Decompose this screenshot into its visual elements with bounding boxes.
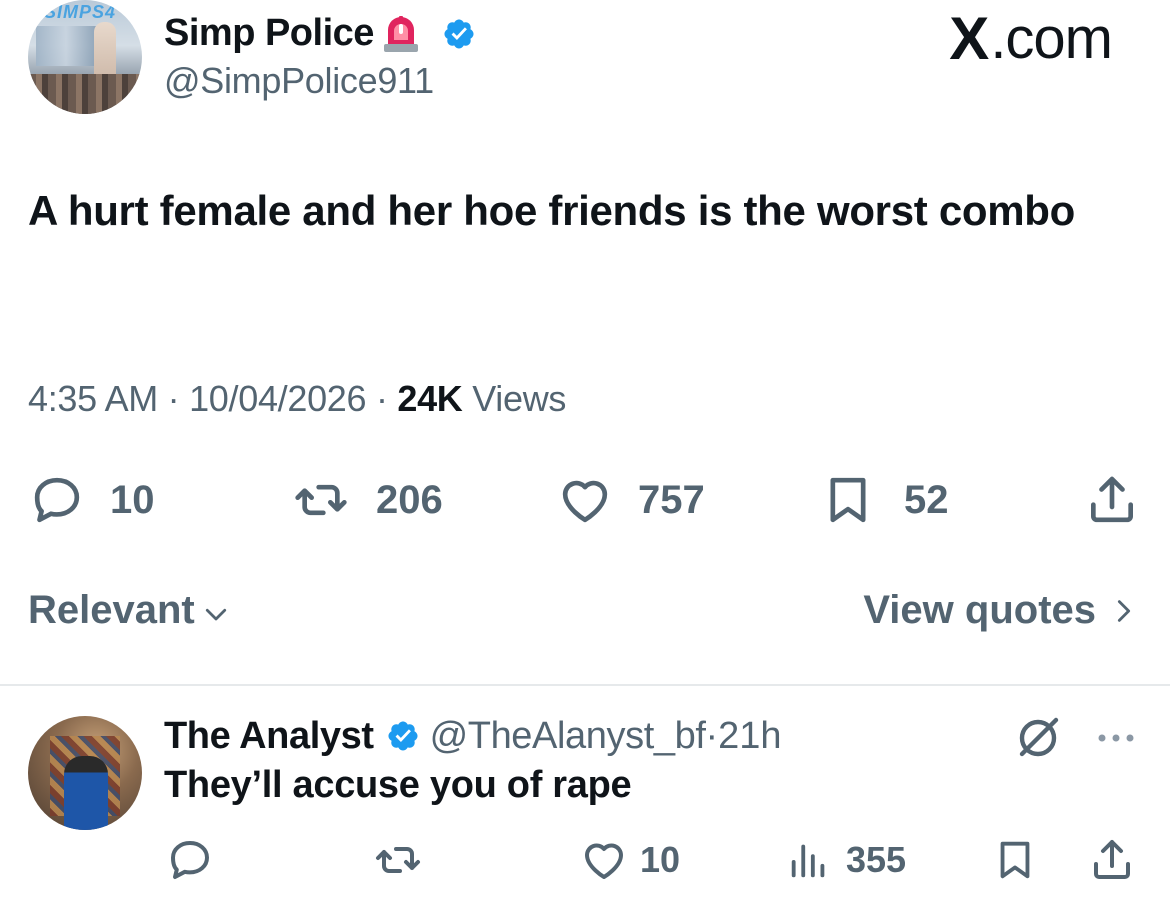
view-quotes-link[interactable]: View quotes <box>863 588 1138 633</box>
bookmark-button[interactable]: 52 <box>820 470 949 530</box>
chevron-right-icon <box>1117 599 1131 622</box>
tweet-action-bar: 10 206 757 52 <box>0 470 1170 530</box>
share-icon <box>1094 840 1130 879</box>
reply-repost-button[interactable] <box>370 834 426 886</box>
verified-badge-icon <box>386 719 420 753</box>
sort-relevant-label: Relevant <box>28 588 195 632</box>
reply-header: The Analyst @TheAlanyst_bf · 21h <box>164 712 782 760</box>
reply-share-button[interactable] <box>1088 834 1136 886</box>
reply-separator: · <box>705 714 719 757</box>
more-options-icon[interactable] <box>1092 730 1140 746</box>
meta-separator: · <box>157 378 190 419</box>
brand-text: .com <box>990 6 1113 71</box>
replies-sort-row: Relevant View quotes <box>28 588 1138 638</box>
reply-action-bar: 10 355 <box>0 834 1170 886</box>
x-logo-icon: X <box>949 5 989 72</box>
bookmark-count: 52 <box>904 477 949 522</box>
heart-icon <box>562 480 608 523</box>
section-divider <box>0 684 1170 686</box>
repost-count: 206 <box>376 477 443 522</box>
reply-author-name[interactable]: The Analyst <box>164 715 374 758</box>
view-quotes-label: View quotes <box>863 588 1096 632</box>
reply-like-count: 10 <box>640 839 681 880</box>
repost-button[interactable]: 206 <box>288 470 443 530</box>
avatar-figure <box>94 22 116 82</box>
tweet-date[interactable]: 10/04/2026 <box>189 378 366 419</box>
views-label: Views <box>462 378 567 419</box>
reply-views-count: 355 <box>846 839 907 880</box>
reply-author-handle[interactable]: @TheAlanyst_bf <box>430 715 706 758</box>
sort-relevant-dropdown[interactable]: Relevant <box>28 588 231 633</box>
tweet-meta: 4:35 AM · 10/04/2026 · 24K Views <box>28 378 566 420</box>
reply-bookmark-button[interactable] <box>992 834 1038 886</box>
bookmark-icon <box>830 477 866 523</box>
reply-reply-button[interactable] <box>164 834 216 886</box>
author-handle[interactable]: @SimpPolice911 <box>164 60 434 102</box>
meta-separator: · <box>366 378 398 419</box>
reply-icon <box>34 477 80 523</box>
reply-button[interactable]: 10 <box>26 470 155 530</box>
police-siren-icon <box>382 14 420 54</box>
bookmark-icon <box>1000 841 1030 879</box>
analytics-icon <box>791 844 825 878</box>
repost-icon <box>376 847 420 873</box>
author-display-name[interactable]: Simp Police <box>164 12 476 55</box>
reply-like-button[interactable]: 10 <box>578 834 680 886</box>
chevron-down-icon <box>205 608 226 620</box>
verified-badge-icon <box>442 17 476 51</box>
avatar-person <box>64 756 108 830</box>
tweet-page: SIMPS4 Simp Police @SimpPolice911 X .com… <box>0 0 1170 916</box>
like-count: 757 <box>638 477 705 522</box>
repost-icon <box>295 484 347 516</box>
tweet-text: A hurt female and her hoe friends is the… <box>28 187 1076 234</box>
like-button[interactable]: 757 <box>554 470 705 530</box>
views-count: 24K <box>397 378 463 419</box>
reply-count: 10 <box>110 477 155 522</box>
reply-text: They’ll accuse you of rape <box>164 764 632 806</box>
avatar-city <box>36 26 96 66</box>
author-name-text: Simp Police <box>164 12 374 54</box>
reply-author-avatar[interactable] <box>28 716 142 830</box>
reply-time[interactable]: 21h <box>718 715 781 758</box>
tweet-time[interactable]: 4:35 AM <box>28 378 158 419</box>
reply-views-button[interactable]: 355 <box>786 834 906 886</box>
avatar-crowd <box>28 74 142 114</box>
share-button[interactable] <box>1084 470 1140 530</box>
reply-icon <box>171 841 209 879</box>
avatar-logo: SIMPS4 <box>44 2 117 22</box>
heart-icon <box>585 843 623 879</box>
share-icon <box>1091 476 1133 523</box>
brand-watermark: X .com <box>949 4 1113 73</box>
grok-icon[interactable] <box>1014 714 1062 762</box>
author-avatar[interactable]: SIMPS4 <box>28 0 142 114</box>
